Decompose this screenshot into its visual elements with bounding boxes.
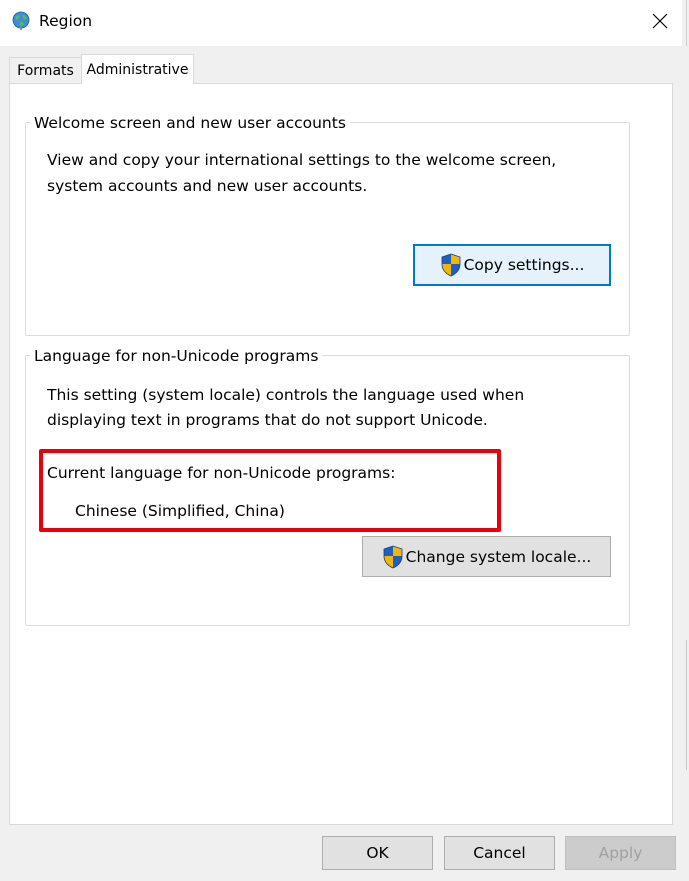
globe-icon [11,11,31,31]
copy-settings-button[interactable]: Copy settings... [413,244,611,286]
tab-formats-label: Formats [17,62,74,79]
window-title: Region [39,12,93,30]
nonunicode-group-legend: Language for non-Unicode programs [30,347,323,365]
current-language-value: Chinese (Simplified, China) [75,502,285,520]
tab-administrative-label: Administrative [86,61,189,78]
welcome-group-legend: Welcome screen and new user accounts [30,114,350,132]
uac-shield-icon [440,253,462,277]
copy-settings-label: Copy settings... [463,256,585,274]
cancel-label: Cancel [473,844,526,862]
close-button[interactable] [637,0,683,46]
apply-label: Apply [598,844,643,862]
change-system-locale-label: Change system locale... [405,547,592,566]
current-language-label: Current language for non-Unicode program… [47,464,396,482]
ok-label: OK [366,844,389,862]
apply-button[interactable]: Apply [565,836,676,870]
nonunicode-description-line2: displaying text in programs that do not … [47,411,488,429]
welcome-description-line2: system accounts and new user accounts. [47,177,368,195]
close-icon [652,13,668,33]
cancel-button[interactable]: Cancel [444,836,555,870]
tab-formats[interactable]: Formats [9,57,82,83]
window-edge [682,0,689,881]
change-system-locale-button[interactable]: Change system locale... [362,536,611,577]
title-bar: Region [0,0,689,46]
tab-administrative[interactable]: Administrative [81,54,194,84]
welcome-description-line1: View and copy your international setting… [47,151,557,169]
ok-button[interactable]: OK [322,836,433,870]
nonunicode-description-line1: This setting (system locale) controls th… [47,386,525,404]
uac-shield-icon [382,545,404,569]
